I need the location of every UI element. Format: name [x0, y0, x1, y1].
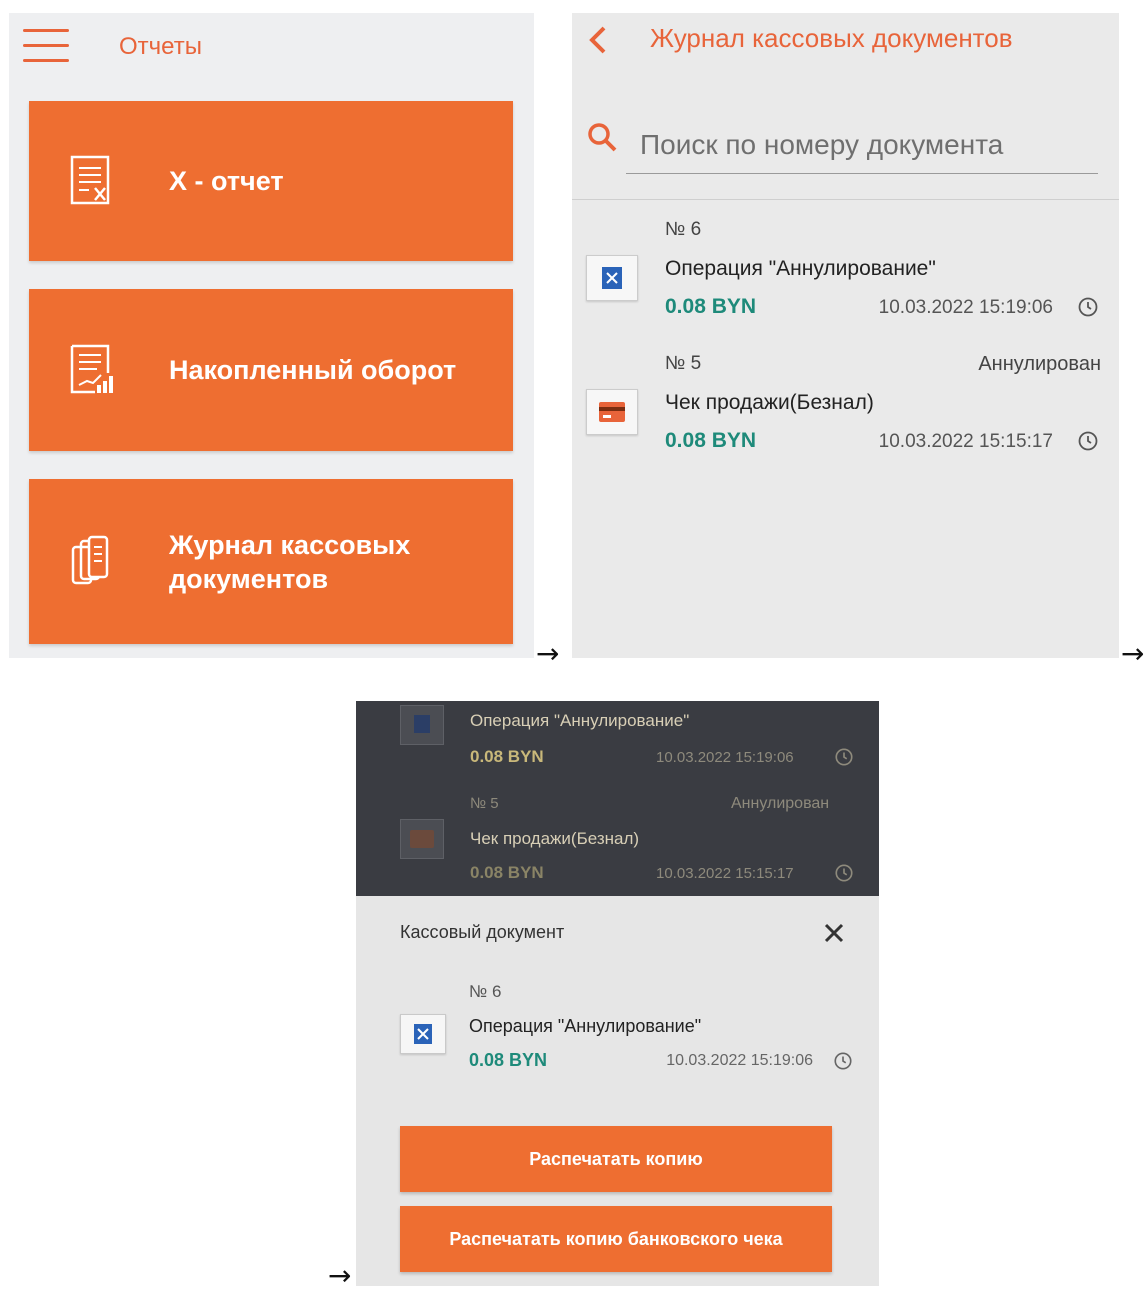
flow-arrow: → — [1121, 637, 1145, 670]
clock-icon — [834, 1052, 852, 1070]
document-amount: 0.08 BYN — [665, 295, 757, 318]
menu-icon[interactable] — [23, 29, 69, 65]
print-copy-button[interactable]: Распечатать копию — [400, 1126, 832, 1192]
document-operation: Чек продажи(Безнал) — [470, 829, 640, 848]
document-datetime: 10.03.2022 15:15:17 — [656, 865, 794, 882]
cancel-doc-icon — [400, 1014, 446, 1054]
report-chart-icon — [70, 344, 113, 394]
document-operation: Чек продажи(Безнал) — [665, 391, 874, 414]
cancel-doc-icon — [400, 705, 444, 745]
accumulated-turnover-tile[interactable]: Накопленный оборот — [29, 289, 513, 451]
app-header: Журнал кассовых документов — [572, 13, 1119, 73]
clock-icon — [835, 864, 853, 882]
card-icon — [400, 819, 444, 859]
bottom-sheet: Кассовый документ № 6 Операция "Аннулиро… — [356, 896, 879, 1286]
document-status: Аннулирован — [731, 795, 830, 812]
search-input[interactable] — [626, 117, 1098, 174]
document-number: № 6 — [665, 219, 702, 240]
cancel-doc-icon — [586, 255, 638, 301]
selected-document: № 6 Операция "Аннулирование" 0.08 BYN 10… — [356, 968, 879, 1098]
document-datetime: 10.03.2022 15:19:06 — [666, 1052, 813, 1069]
x-report-tile[interactable]: X - отчет — [29, 101, 513, 261]
document-datetime: 10.03.2022 15:19:06 — [656, 749, 794, 766]
page-title: Отчеты — [119, 33, 202, 60]
document-status: Аннулирован — [978, 353, 1101, 375]
document-number: № 5 — [470, 795, 499, 812]
document-amount: 0.08 BYN — [470, 747, 544, 766]
tile-label: Журнал кассовых документов — [169, 528, 410, 596]
document-datetime: 10.03.2022 15:15:17 — [878, 431, 1053, 452]
tile-label-line2: документов — [169, 563, 329, 594]
document-operation: Операция "Аннулирование" — [470, 711, 690, 730]
reports-screen: Отчеты X - отчет Накопленный оборот Журн… — [9, 13, 534, 658]
divider — [572, 199, 1119, 200]
print-bank-receipt-copy-button[interactable]: Распечатать копию банковского чека — [400, 1206, 832, 1272]
document-amount: 0.08 BYN — [470, 863, 544, 882]
document-amount: 0.08 BYN — [665, 429, 757, 452]
app-header: Отчеты — [9, 13, 534, 83]
journal-screen: Журнал кассовых документов № 6 Операция … — [572, 13, 1119, 658]
document-sheet-screen: Операция "Аннулирование" 0.08 BYN 10.03.… — [356, 701, 879, 1286]
documents-stack-icon — [71, 535, 109, 584]
clock-icon — [1078, 431, 1098, 451]
document-operation: Операция "Аннулирование" — [469, 1016, 702, 1036]
document-datetime: 10.03.2022 15:19:06 — [878, 297, 1053, 318]
clock-icon — [835, 748, 853, 766]
page-title: Журнал кассовых документов — [650, 23, 1013, 53]
back-chevron-icon[interactable] — [586, 23, 610, 57]
document-number: № 5 — [665, 353, 702, 374]
flow-arrow: → — [536, 637, 560, 670]
cash-documents-journal-tile[interactable]: Журнал кассовых документов — [29, 479, 513, 644]
clock-icon — [1078, 297, 1098, 317]
tile-label: Накопленный оборот — [169, 355, 457, 385]
card-icon — [586, 389, 638, 435]
document-x-icon — [70, 155, 110, 205]
document-number: № 6 — [469, 982, 502, 1001]
search-icon — [588, 123, 617, 152]
list-item[interactable]: № 6 Операция "Аннулирование" 0.08 BYN 10… — [572, 213, 1119, 343]
list-item[interactable]: № 5 Аннулирован Чек продажи(Безнал) 0.08… — [572, 347, 1119, 477]
document-amount: 0.08 BYN — [469, 1050, 548, 1070]
tile-label-line1: Журнал кассовых — [169, 529, 411, 560]
document-operation: Операция "Аннулирование" — [665, 257, 936, 280]
close-icon[interactable] — [817, 916, 851, 950]
dimmed-list-background: Операция "Аннулирование" 0.08 BYN 10.03.… — [356, 701, 879, 896]
tile-label: X - отчет — [169, 166, 284, 196]
sheet-title: Кассовый документ — [400, 922, 565, 942]
